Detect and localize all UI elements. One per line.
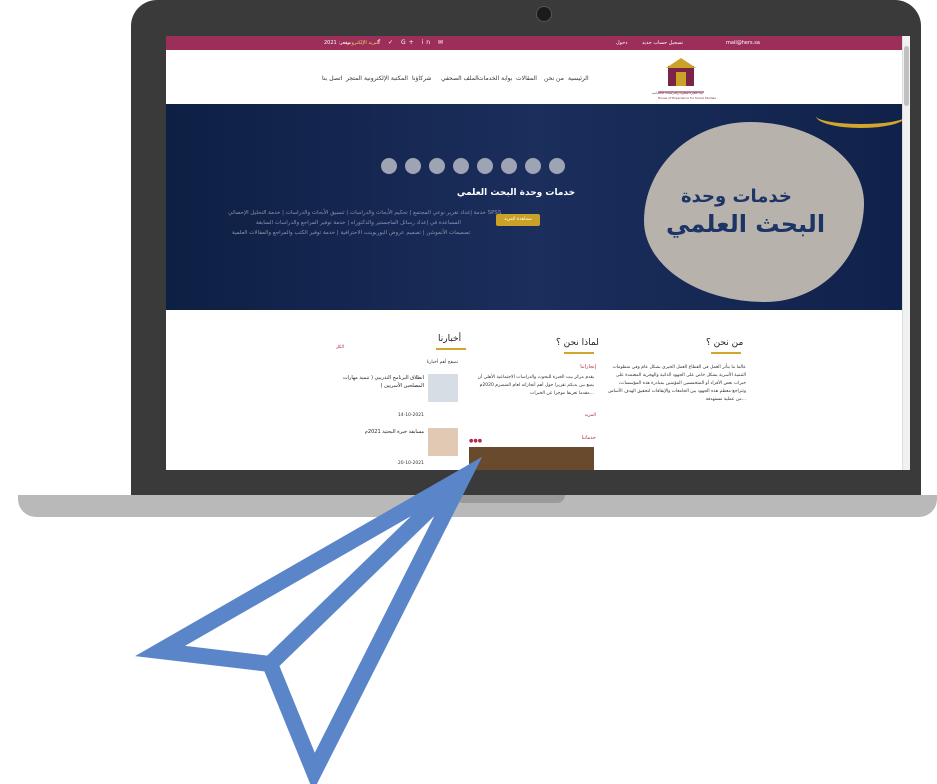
send-icon xyxy=(135,456,483,784)
